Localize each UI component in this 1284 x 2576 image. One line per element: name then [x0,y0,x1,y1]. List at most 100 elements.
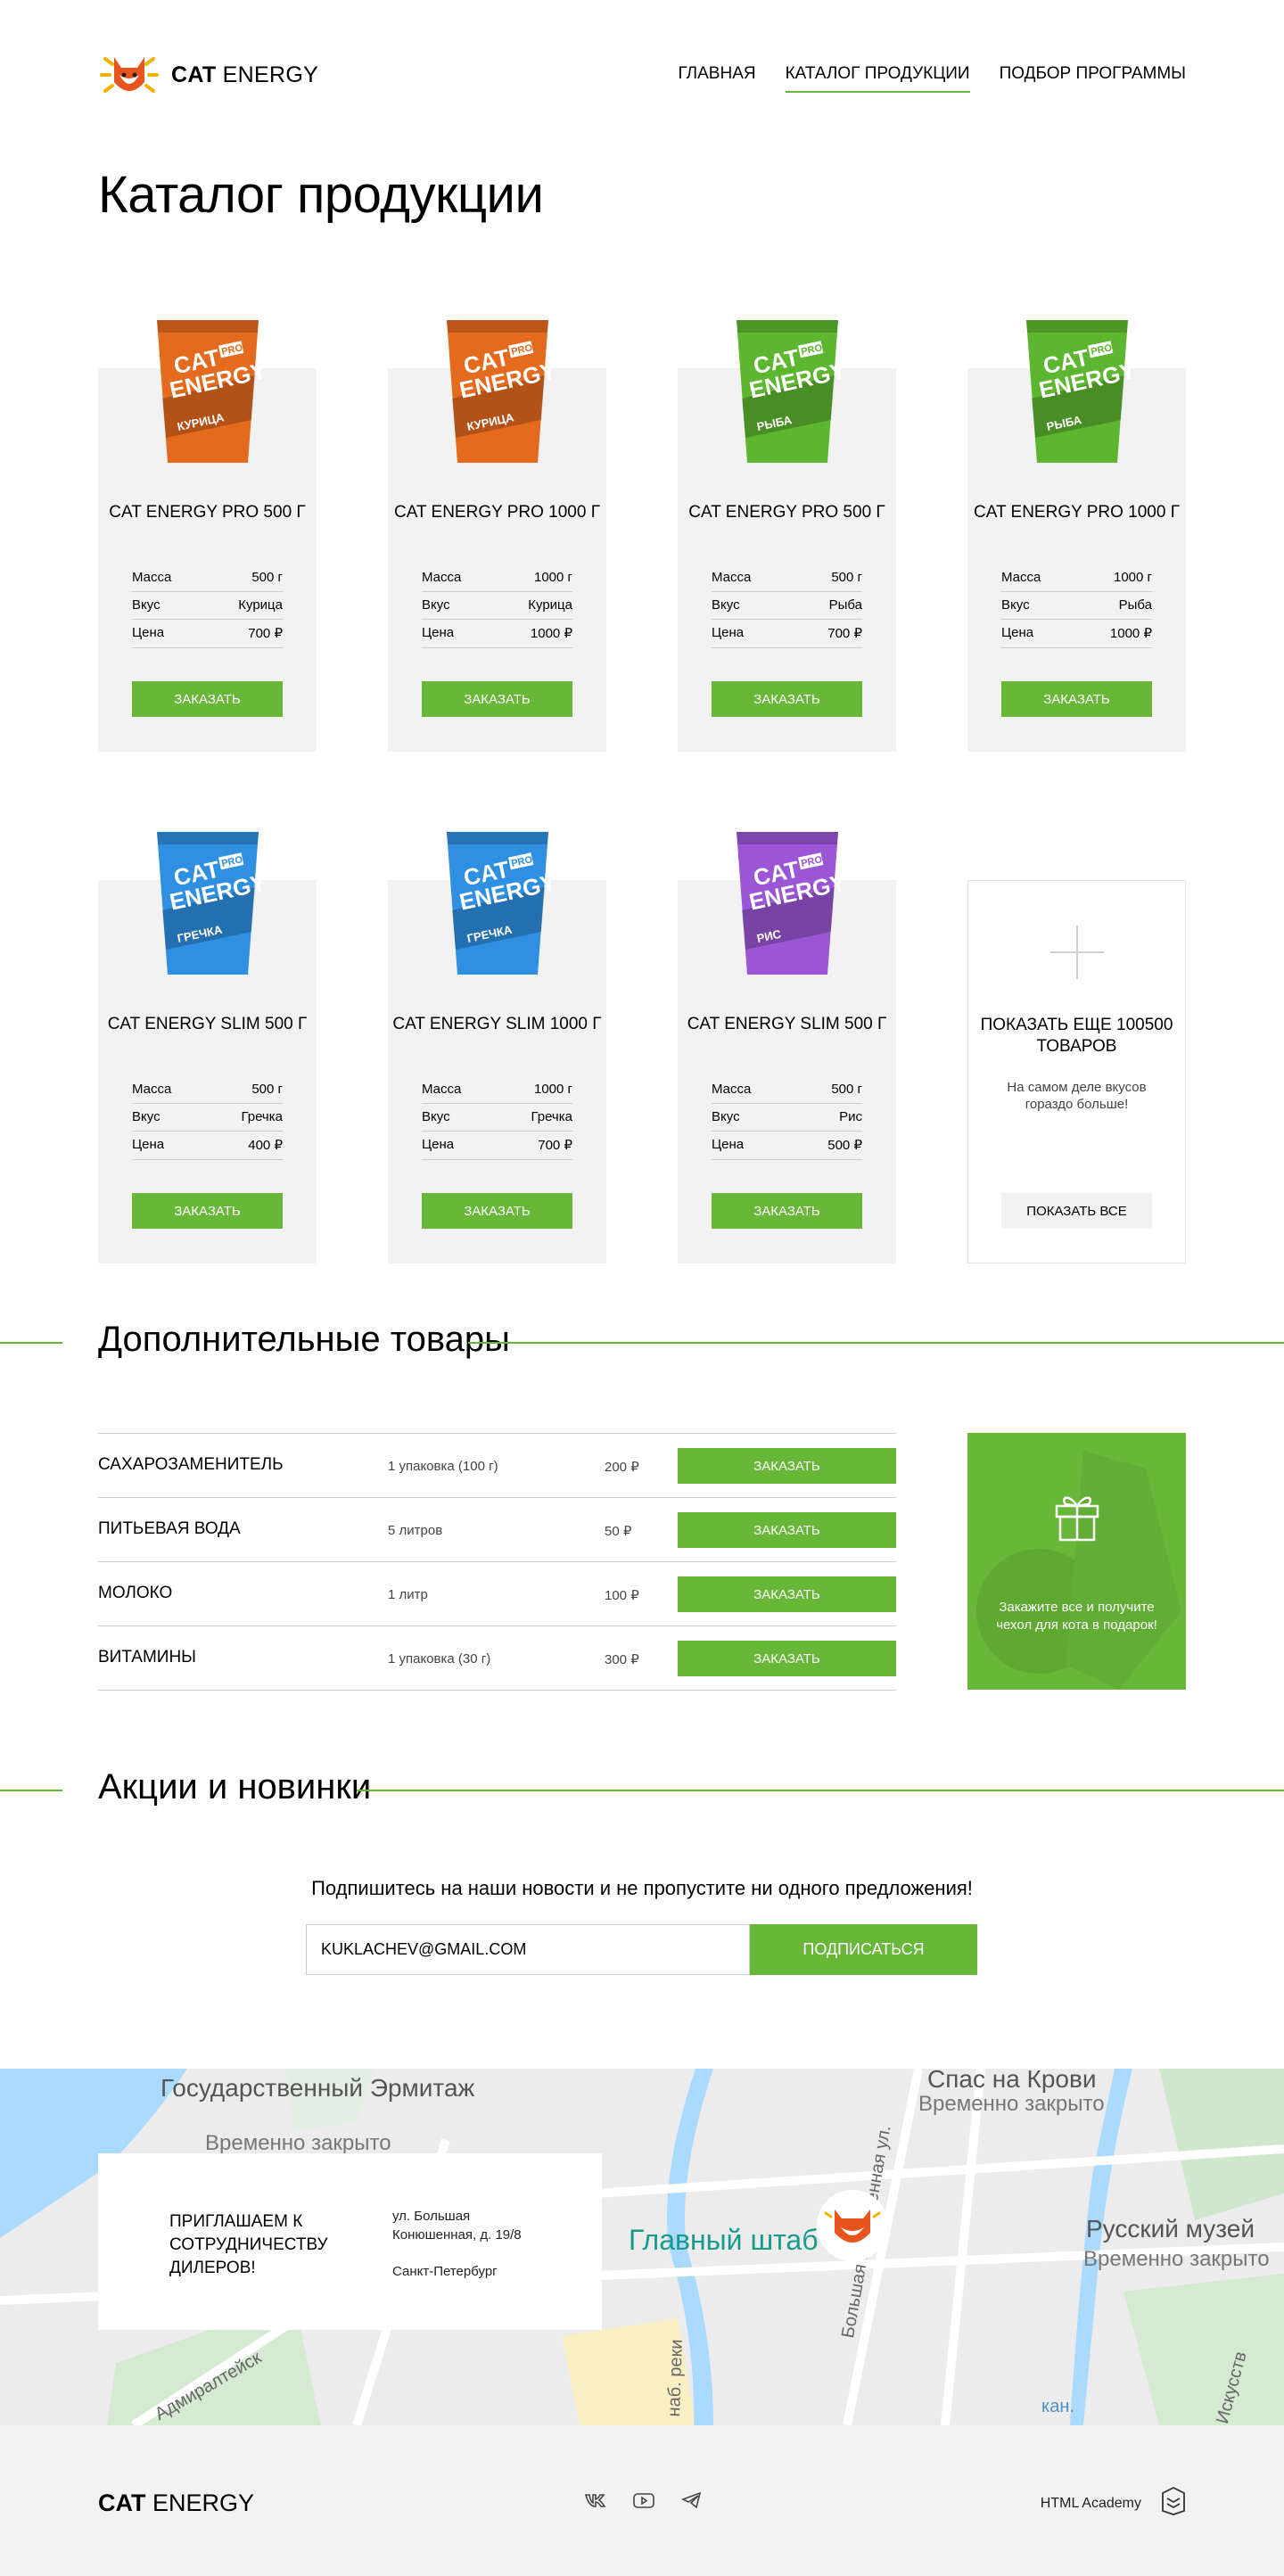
spec-value: 500 г [251,570,283,585]
order-button[interactable]: Заказать [422,1193,572,1229]
order-button[interactable]: Заказать [422,681,572,717]
extras-row: Витамины 1 упаковка (30 г) 300 ₽ Заказат… [98,1626,896,1691]
spec-row: Цена 1000 ₽ [1001,620,1152,648]
spec-label: Цена [422,1137,455,1152]
product-name: Cat Energy Pro 1000 г [394,503,600,522]
spec-row: Масса 500 г [712,1076,862,1104]
logo-text-bold: CAT [171,62,217,87]
logo-text: ENERGY [216,62,319,87]
vk-icon[interactable] [584,2490,607,2511]
product-pack-image: CAT ENERGY PRO ГРЕЧКА [150,825,268,981]
nav-link-home[interactable]: Главная [678,64,755,93]
email-input[interactable] [306,1924,750,1975]
footer-logo[interactable]: CAT ENERGY [98,2490,254,2517]
show-all-button[interactable]: Показать все [1001,1193,1152,1229]
gift-icon [1053,1490,1101,1542]
subscribe-button[interactable]: Подписаться [750,1924,977,1975]
dealer-title: Приглашаем к сотрудничеству дилеров! [169,2212,328,2277]
extras-name: Сахарозаменитель [98,1455,284,1474]
extras-price: 200 ₽ [605,1460,639,1475]
product-specs: Масса 1000 г Вкус Курица Цена 1000 ₽ [422,564,572,648]
spec-row: Вкус Рыба [712,592,862,620]
extras-row: Молоко 1 литр 100 ₽ Заказать [98,1562,896,1626]
spec-row: Цена 1000 ₽ [422,620,572,648]
spec-value: Курица [528,597,572,613]
main-nav: Главная Каталог продукции Подбор програм… [678,64,1186,93]
academy-label: HTML Academy [1040,2495,1141,2511]
order-button[interactable]: Заказать [712,1193,862,1229]
telegram-icon[interactable] [680,2490,704,2511]
product-pack-image: CAT ENERGY PRO КУРИЦА [150,313,268,469]
map[interactable]: Государственный Эрмитаж Временно закрыто… [0,2069,1284,2425]
logo[interactable]: CAT ENERGY [98,46,318,103]
product-name: Cat Energy Slim 500 г [107,1015,308,1033]
product-name: Cat Energy Slim 1000 г [392,1015,602,1033]
spec-value: 1000 г [1113,570,1152,585]
spec-row: Вкус Курица [132,592,283,620]
product-name: Cat Energy Pro 1000 г [974,503,1180,522]
extras-price: 50 ₽ [605,1524,632,1539]
youtube-icon[interactable] [632,2490,655,2511]
spec-row: Масса 1000 г [422,564,572,592]
spec-label: Вкус [132,597,160,613]
spec-row: Вкус Рыба [1001,592,1152,620]
footer-logo-bold: CAT [98,2490,146,2516]
section-divider [357,1790,1284,1791]
extras-qty: 5 литров [388,1523,443,1538]
spec-row: Масса 500 г [132,1076,283,1104]
subscribe-form: Подписаться [306,1924,977,1975]
spec-value: 500 г [251,1082,283,1097]
spec-label: Вкус [712,597,740,613]
spec-row: Цена 700 ₽ [132,620,283,648]
spec-row: Вкус Рис [712,1104,862,1132]
order-button[interactable]: Заказать [132,1193,283,1229]
section-divider [0,1342,62,1344]
footer-logo-text: ENERGY [145,2490,255,2516]
product-card: CAT ENERGY PRO ГРЕЧКА Cat Energy Slim 10… [388,832,606,1263]
promo-text: Закажите все и получите чехол для кота в… [996,1600,1157,1633]
spec-row: Масса 500 г [132,564,283,592]
map-pin-icon[interactable] [811,2186,893,2272]
extras-name: Молоко [98,1584,173,1602]
order-button[interactable]: Заказать [712,681,862,717]
product-name: Cat Energy Pro 500 г [109,503,306,522]
spec-label: Цена [132,625,165,640]
spec-label: Масса [422,570,462,585]
nav-link-program[interactable]: Подбор программы [1000,64,1186,93]
section-divider [0,1790,62,1791]
product-pack-image: CAT ENERGY PRO РИС [729,825,848,981]
product-pack-image: CAT ENERGY PRO РЫБА [1019,313,1138,469]
spec-label: Цена [712,625,745,640]
spec-label: Вкус [1001,597,1030,613]
spec-label: Масса [712,1082,752,1097]
spec-value: 700 ₽ [248,626,283,641]
product-pack-image: CAT ENERGY PRO ГРЕЧКА [440,825,558,981]
order-button[interactable]: Заказать [678,1512,896,1548]
map-label: Русский музей [1086,2215,1255,2243]
order-button[interactable]: Заказать [678,1641,896,1676]
nav-link-catalog[interactable]: Каталог продукции [785,64,970,93]
academy-link[interactable]: HTML Academy [1041,2486,1186,2521]
cat-logo-icon [98,46,160,103]
order-button[interactable]: Заказать [678,1448,896,1484]
spec-label: Вкус [422,597,450,613]
product-specs: Масса 500 г Вкус Рыба Цена 700 ₽ [712,564,862,648]
spec-label: Цена [712,1137,745,1152]
spec-value: 500 г [831,570,862,585]
map-label: Временно закрыто [1083,2247,1270,2271]
order-button[interactable]: Заказать [132,681,283,717]
spec-value: Гречка [241,1109,283,1124]
product-card: CAT ENERGY PRO КУРИЦА Cat Energy Pro 100… [388,320,606,752]
product-card: CAT ENERGY PRO РИС Cat Energy Slim 500 г… [678,832,896,1263]
product-specs: Масса 500 г Вкус Гречка Цена 400 ₽ [132,1076,283,1160]
spec-label: Вкус [132,1109,160,1124]
spec-label: Масса [132,570,172,585]
order-button[interactable]: Заказать [1001,681,1152,717]
subscribe-text: Подпишитесь на наши новости и не пропуст… [311,1877,973,1899]
extras-price: 300 ₽ [605,1652,639,1667]
order-button[interactable]: Заказать [678,1576,896,1612]
map-label: Спас на Крови [927,2069,1097,2093]
product-card: CAT ENERGY PRO РЫБА Cat Energy Pro 500 г… [678,320,896,752]
product-card: CAT ENERGY PRO ГРЕЧКА Cat Energy Slim 50… [98,832,317,1263]
spec-value: 1000 ₽ [530,626,572,641]
